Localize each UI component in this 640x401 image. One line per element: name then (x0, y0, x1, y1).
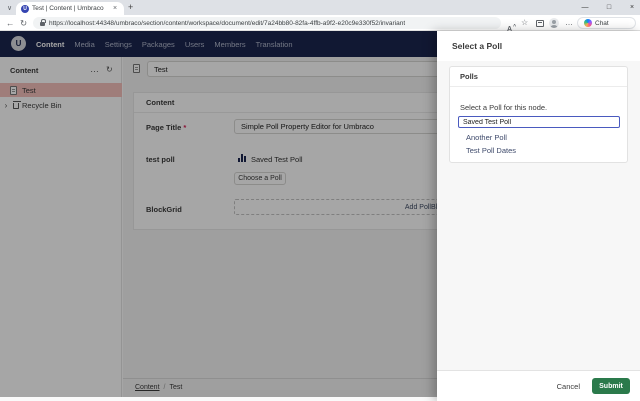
copilot-icon (584, 19, 592, 27)
polls-card-title: Polls (450, 67, 627, 87)
browser-tab[interactable]: U Test | Content | Umbraco × (16, 2, 124, 15)
tab-title: Test | Content | Umbraco (32, 5, 110, 12)
favorite-star-icon[interactable]: ☆ (521, 18, 528, 27)
poll-option-another-poll[interactable]: Another Poll (466, 133, 507, 142)
poll-search-input[interactable] (458, 116, 620, 128)
tab-close-icon[interactable]: × (113, 5, 117, 12)
submit-button[interactable]: Submit (592, 378, 630, 394)
refresh-icon[interactable]: ↻ (20, 18, 27, 29)
browser-window: ∨ U Test | Content | Umbraco × + — □ × ←… (0, 0, 640, 401)
chat-button[interactable]: Chat (577, 17, 636, 29)
lock-icon (40, 22, 45, 26)
url-text: https://localhost:44348/umbraco/section/… (49, 20, 405, 27)
polls-description: Select a Poll for this node. (460, 103, 547, 112)
browser-address-bar: ← ↻ https://localhost:44348/umbraco/sect… (0, 15, 640, 31)
browser-menu-icon[interactable]: … (565, 18, 573, 27)
umbraco-favicon-icon: U (21, 5, 29, 13)
window-close-button[interactable]: × (625, 1, 639, 13)
modal-footer: Cancel Submit (437, 370, 640, 401)
window-minimize-button[interactable]: — (578, 1, 592, 13)
back-icon[interactable]: ← (6, 18, 15, 28)
collections-icon[interactable] (536, 20, 544, 27)
browser-tab-strip: ∨ U Test | Content | Umbraco × + — □ × (0, 0, 640, 15)
modal-header: Select a Poll (437, 31, 640, 61)
window-maximize-button[interactable]: □ (602, 1, 616, 13)
polls-card: Polls Select a Poll for this node. Anoth… (449, 66, 628, 163)
select-poll-modal: Select a Poll Polls Select a Poll for th… (437, 31, 640, 401)
poll-option-test-poll-dates[interactable]: Test Poll Dates (466, 146, 516, 155)
tab-search-button[interactable]: ∨ (4, 2, 15, 13)
modal-backdrop[interactable] (0, 31, 437, 397)
chat-label: Chat (595, 20, 609, 27)
profile-avatar[interactable] (549, 18, 559, 28)
modal-title: Select a Poll (452, 41, 502, 51)
new-tab-button[interactable]: + (128, 2, 133, 12)
chevron-down-icon: ∨ (7, 4, 12, 12)
cancel-button[interactable]: Cancel (557, 382, 580, 391)
url-bar[interactable]: https://localhost:44348/umbraco/section/… (33, 17, 501, 29)
